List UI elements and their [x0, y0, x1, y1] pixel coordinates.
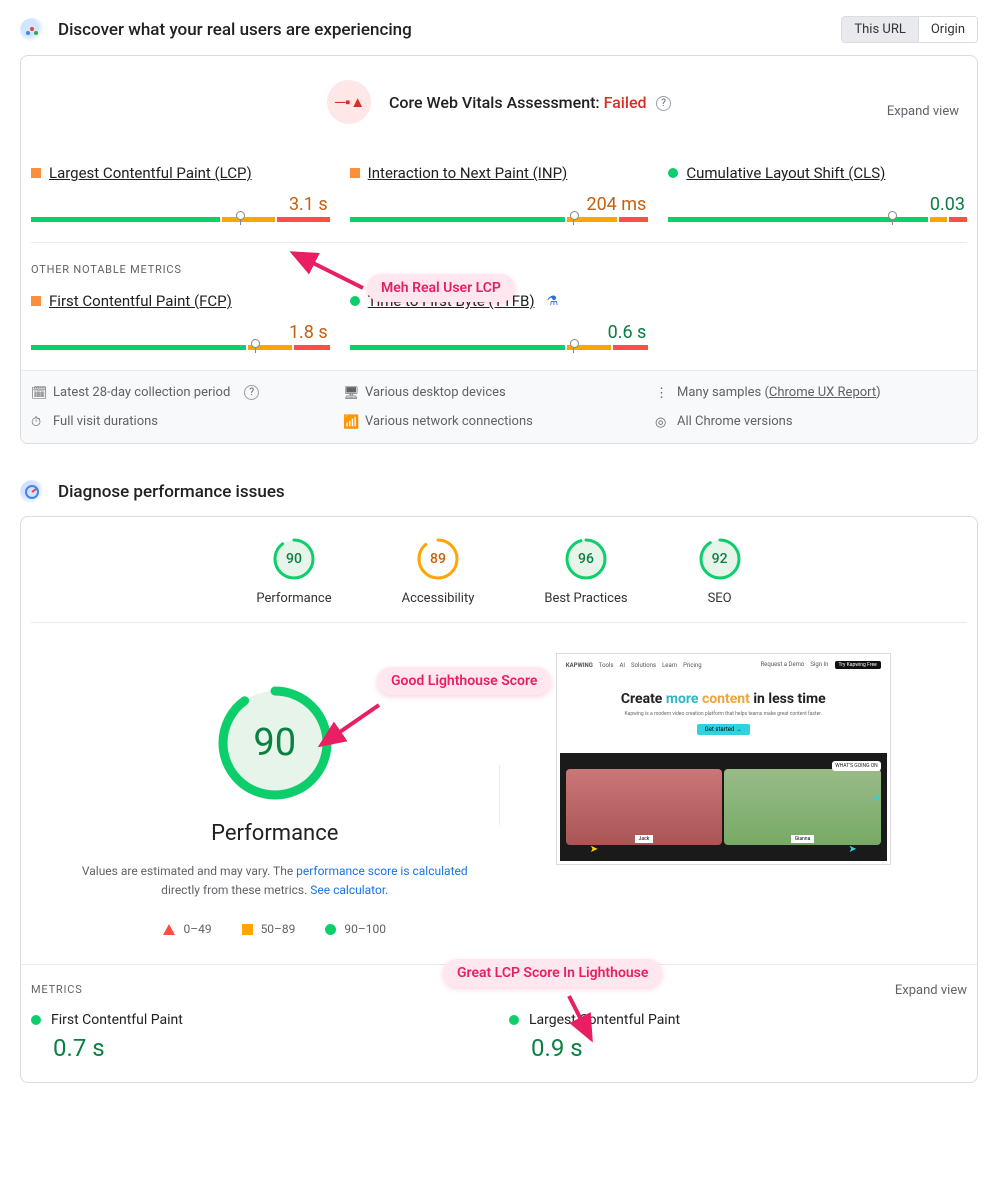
status-dot-icon	[668, 168, 678, 178]
lh-panel: 90 Performance 89 Accessibility 96 Best …	[20, 516, 978, 1083]
help-icon[interactable]: ?	[656, 96, 671, 111]
status-square-icon	[350, 168, 360, 178]
help-icon[interactable]: ?	[244, 385, 259, 400]
cursor-icon: ➤	[872, 793, 880, 804]
footer-devices: 🖥Various desktop devices	[343, 385, 655, 400]
cursor-icon: ➤	[848, 844, 856, 855]
lh-performance-detail: 90 Performance Values are estimated and …	[51, 653, 499, 936]
scope-toggle: This URL Origin	[841, 16, 978, 43]
footer-network: 📶Various network connections	[343, 414, 655, 429]
circle-icon	[325, 924, 336, 935]
core-metrics-row: Largest Contentful Paint (LCP) 3.1 s Int…	[21, 128, 977, 242]
cwv-fail-icon: ─ ▪ ▲	[327, 80, 371, 124]
calendar-icon: 🗓	[31, 386, 45, 400]
timer-icon: ⏱	[31, 415, 45, 429]
cursor-icon: ➤	[590, 844, 598, 855]
crux-title: Discover what your real users are experi…	[58, 20, 412, 40]
inp-bar	[350, 217, 649, 222]
status-square-icon	[31, 296, 41, 306]
crux-icon	[20, 18, 44, 42]
devices-icon: 🖥	[343, 386, 357, 400]
footer-durations: ⏱Full visit durations	[31, 414, 343, 429]
metric-inp: Interaction to Next Paint (INP) 204 ms	[350, 164, 649, 222]
score-performance[interactable]: 90 Performance	[256, 537, 331, 606]
fcp-bar	[31, 345, 330, 350]
score-accessibility[interactable]: 89 Accessibility	[402, 537, 475, 606]
score-best-practices[interactable]: 96 Best Practices	[544, 537, 627, 606]
footer-chrome: ◎All Chrome versions	[655, 414, 967, 429]
status-square-icon	[31, 168, 41, 178]
callout-great-lcp: Great LCP Score In Lighthouse	[443, 959, 662, 987]
cwv-header: ─ ▪ ▲ Core Web Vitals Assessment: Failed…	[21, 66, 977, 128]
flask-icon: ⚗	[547, 294, 559, 309]
status-dot-icon	[31, 1015, 41, 1025]
page-thumbnail: KAPWING ToolsAISolutionsLearnPricing Req…	[556, 653, 891, 865]
callout-meh-lcp: Meh Real User LCP	[367, 274, 515, 302]
toggle-origin[interactable]: Origin	[918, 17, 977, 42]
lh-section-header: Diagnose performance issues	[0, 464, 998, 516]
other-metrics-label: OTHER NOTABLE METRICS	[21, 243, 977, 276]
lighthouse-icon	[20, 480, 44, 504]
crux-footer: 🗓Latest 28-day collection period? 🖥Vario…	[21, 370, 977, 443]
crux-section-header: Discover what your real users are experi…	[0, 0, 998, 55]
score-seo[interactable]: 92 SEO	[698, 537, 742, 606]
score-legend: 0–49 50–89 90–100	[51, 922, 499, 936]
lcp-bar	[31, 217, 330, 222]
samples-icon: ⋮	[655, 386, 669, 400]
callout-good-score: Good Lighthouse Score	[377, 667, 551, 695]
toggle-this-url[interactable]: This URL	[842, 17, 917, 42]
crux-expand-view[interactable]: Expand view	[887, 104, 959, 119]
score-calc-link[interactable]: performance score is calculated	[296, 864, 467, 878]
cwv-assessment: Core Web Vitals Assessment: Failed ?	[389, 93, 671, 112]
footer-period: 🗓Latest 28-day collection period?	[31, 385, 343, 400]
lh-score-row: 90 Performance 89 Accessibility 96 Best …	[31, 517, 967, 623]
performance-description: Values are estimated and may vary. The p…	[51, 862, 499, 900]
cls-bar	[668, 217, 967, 222]
lh-screenshot: KAPWING ToolsAISolutionsLearnPricing Req…	[500, 653, 948, 936]
lh-metrics-row: First Contentful Paint 0.7 s Largest Con…	[21, 1008, 977, 1082]
footer-samples: ⋮Many samples (Chrome UX Report)	[655, 385, 967, 400]
lh-title: Diagnose performance issues	[58, 482, 285, 502]
metric-fcp: First Contentful Paint (FCP) 1.8 s	[31, 292, 330, 350]
performance-heading: Performance	[51, 821, 499, 846]
lh-metric-lcp: Largest Contentful Paint 0.9 s	[509, 1012, 967, 1062]
crux-report-link[interactable]: Chrome UX Report	[769, 385, 876, 400]
calculator-link[interactable]: See calculator.	[310, 883, 388, 897]
wifi-icon: 📶	[343, 415, 357, 429]
square-icon	[242, 924, 253, 935]
ttfb-bar	[350, 345, 649, 350]
lh-expand-view[interactable]: Expand view	[895, 983, 967, 998]
lh-metric-fcp: First Contentful Paint 0.7 s	[31, 1012, 489, 1062]
status-dot-icon	[350, 296, 360, 306]
big-performance-gauge: 90	[215, 683, 335, 803]
status-dot-icon	[509, 1015, 519, 1025]
crux-panel: ─ ▪ ▲ Core Web Vitals Assessment: Failed…	[20, 55, 978, 444]
metric-cls: Cumulative Layout Shift (CLS) 0.03	[668, 164, 967, 222]
metric-lcp: Largest Contentful Paint (LCP) 3.1 s	[31, 164, 330, 222]
chrome-icon: ◎	[655, 415, 669, 429]
triangle-icon	[163, 924, 175, 935]
